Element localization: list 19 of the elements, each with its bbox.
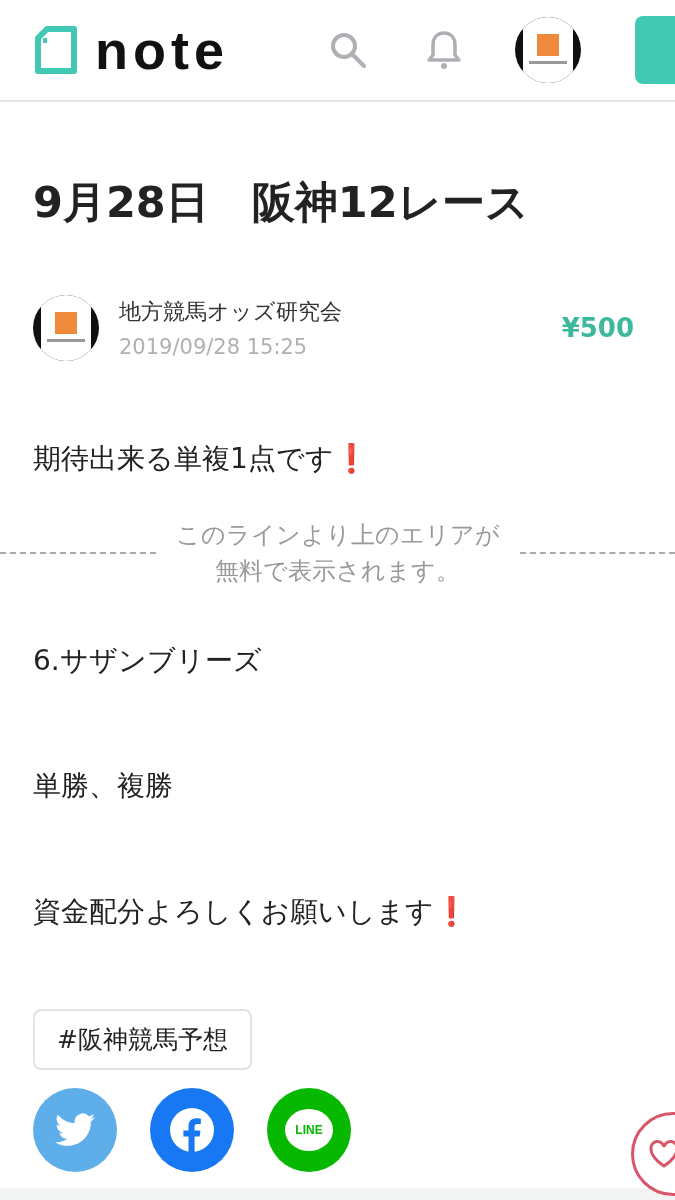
bird-icon (55, 1113, 95, 1148)
paragraph: 単勝、複勝 (33, 768, 174, 805)
paragraph: 資金配分よろしくお願いします❗ (33, 893, 470, 930)
line-logo: LINE (285, 1109, 333, 1152)
article-title: 9月28日 阪神12レース (33, 177, 530, 229)
heart-icon (648, 1139, 675, 1169)
paragraph: 6.サザンブリーズ (33, 643, 263, 679)
paywall-notice: 無料で表示されます。 (215, 556, 460, 587)
price: ¥500 (561, 312, 634, 343)
search-icon (329, 31, 367, 69)
facebook-icon (170, 1108, 214, 1153)
author-name[interactable]: 地方競馬オッズ研究会 (119, 296, 542, 327)
paywall-notice: このラインより上のエリアが (175, 520, 500, 551)
bell-icon (426, 30, 462, 70)
hashtag[interactable]: #阪神競馬予想 (33, 1009, 252, 1071)
paragraph: 期待出来る単複1点です❗ (33, 440, 370, 477)
post-date: 2019/09/28 15:25 (119, 334, 309, 359)
note-logo-icon (33, 25, 79, 75)
logo[interactable]: note (95, 23, 229, 77)
